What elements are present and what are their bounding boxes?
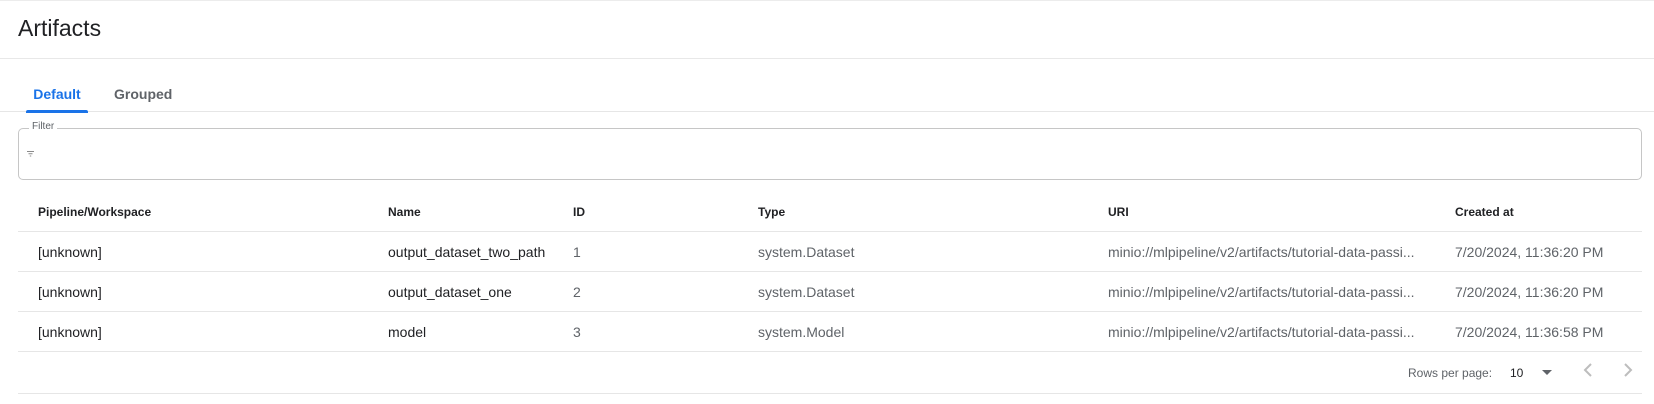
next-page-button[interactable] — [1616, 360, 1640, 384]
rows-per-page-select[interactable]: 10 — [1510, 360, 1560, 384]
cell-pipeline-workspace: [unknown] — [38, 284, 102, 300]
chevron-right-icon — [1623, 362, 1633, 382]
table-row[interactable]: [unknown] output_dataset_one 2 system.Da… — [18, 272, 1642, 312]
chevron-left-icon — [1583, 362, 1593, 382]
table-header: Pipeline/Workspace Name ID Type URI Crea… — [18, 192, 1642, 232]
filter-field[interactable]: Filter — [18, 121, 1642, 180]
column-header-type[interactable]: Type — [758, 192, 1098, 232]
column-header-name[interactable]: Name — [388, 192, 568, 232]
cell-id: 3 — [573, 324, 581, 340]
table-row[interactable]: [unknown] output_dataset_two_path 1 syst… — [18, 232, 1642, 272]
tab-grouped[interactable]: Grouped — [114, 86, 186, 112]
cell-created-at: 7/20/2024, 11:36:20 PM — [1455, 284, 1604, 300]
page-header: Artifacts — [0, 0, 1654, 59]
cell-type: system.Dataset — [758, 284, 855, 300]
rows-per-page-label: Rows per page: — [1408, 366, 1493, 380]
cell-uri: minio://mlpipeline/v2/artifacts/tutorial… — [1108, 284, 1415, 300]
table-row[interactable]: [unknown] model 3 system.Model minio://m… — [18, 312, 1642, 352]
tab-default[interactable]: Default — [26, 86, 88, 113]
column-header-pipeline-workspace[interactable]: Pipeline/Workspace — [38, 192, 368, 232]
cell-id: 1 — [573, 244, 581, 260]
cell-uri: minio://mlpipeline/v2/artifacts/tutorial… — [1108, 244, 1415, 260]
cell-type: system.Model — [758, 324, 845, 340]
rows-per-page-value: 10 — [1510, 366, 1524, 380]
column-header-id[interactable]: ID — [573, 192, 743, 232]
cell-name[interactable]: output_dataset_one — [388, 272, 568, 312]
cell-name[interactable]: output_dataset_two_path — [388, 232, 568, 272]
tab-bar: Default Grouped — [0, 76, 1654, 113]
filter-label: Filter — [29, 121, 58, 132]
filter-input[interactable] — [45, 139, 1625, 169]
artifacts-page: Artifacts Default Grouped Filter Pipelin… — [0, 0, 1654, 404]
cell-name[interactable]: model — [388, 312, 568, 352]
column-header-uri[interactable]: URI — [1108, 192, 1434, 232]
cell-uri: minio://mlpipeline/v2/artifacts/tutorial… — [1108, 324, 1415, 340]
cell-created-at: 7/20/2024, 11:36:58 PM — [1455, 324, 1604, 340]
previous-page-button[interactable] — [1576, 360, 1600, 384]
dropdown-caret-icon — [1542, 370, 1552, 375]
filter-icon — [27, 149, 34, 159]
cell-pipeline-workspace: [unknown] — [38, 324, 102, 340]
artifacts-table: Pipeline/Workspace Name ID Type URI Crea… — [18, 192, 1642, 352]
cell-type: system.Dataset — [758, 244, 855, 260]
column-header-created-at[interactable]: Created at — [1455, 192, 1635, 232]
cell-created-at: 7/20/2024, 11:36:20 PM — [1455, 244, 1604, 260]
table-pagination: Rows per page: 10 — [18, 354, 1642, 394]
cell-id: 2 — [573, 284, 581, 300]
page-title: Artifacts — [18, 15, 102, 41]
cell-pipeline-workspace: [unknown] — [38, 244, 102, 260]
